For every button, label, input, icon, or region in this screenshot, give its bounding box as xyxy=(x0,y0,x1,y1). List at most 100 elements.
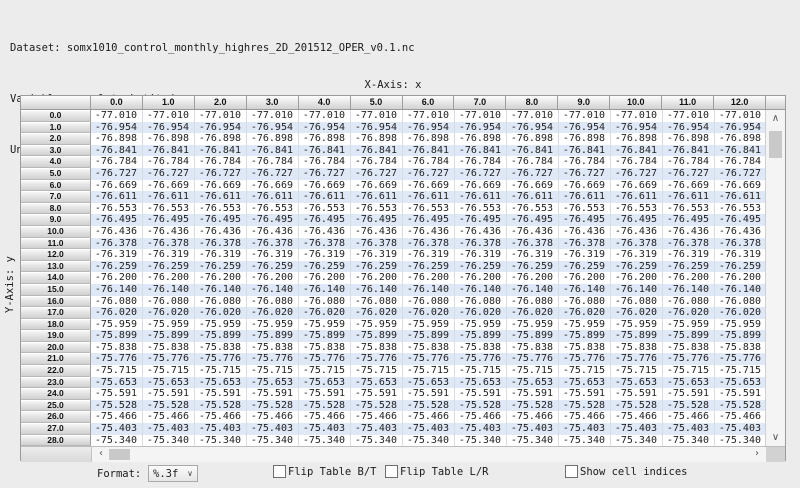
table-cell[interactable]: -75.838 xyxy=(195,342,247,354)
table-cell[interactable]: -76.259 xyxy=(143,261,195,273)
table-cell[interactable]: -76.553 xyxy=(455,203,507,215)
table-cell[interactable]: -75.591 xyxy=(91,388,143,400)
table-cell[interactable]: -76.784 xyxy=(403,156,455,168)
table-cell[interactable]: -76.259 xyxy=(507,261,559,273)
table-cell[interactable]: -75.653 xyxy=(403,377,455,389)
table-cell[interactable]: -75.340 xyxy=(611,435,663,446)
row-header[interactable]: 19.0 xyxy=(21,330,91,342)
table-cell[interactable]: -75.528 xyxy=(559,400,611,412)
table-cell[interactable]: -75.340 xyxy=(299,435,351,446)
table-cell[interactable]: -75.528 xyxy=(351,400,403,412)
column-header[interactable]: 8.0 xyxy=(506,96,558,109)
row-header[interactable]: 24.0 xyxy=(21,388,91,400)
table-cell[interactable]: -76.200 xyxy=(715,272,765,284)
flip-table-lr-checkbox[interactable]: Flip Table L/R xyxy=(385,465,489,478)
table-cell[interactable]: -77.010 xyxy=(559,110,611,122)
table-cell[interactable]: -75.776 xyxy=(143,353,195,365)
table-cell[interactable]: -75.403 xyxy=(403,423,455,435)
table-cell[interactable]: -76.553 xyxy=(611,203,663,215)
table-cell[interactable]: -75.838 xyxy=(143,342,195,354)
table-cell[interactable]: -75.959 xyxy=(143,319,195,331)
column-header[interactable]: 11.0 xyxy=(662,96,714,109)
table-cell[interactable]: -76.319 xyxy=(663,249,715,261)
table-cell[interactable]: -76.727 xyxy=(559,168,611,180)
table-cell[interactable]: -76.436 xyxy=(91,226,143,238)
table-cell[interactable]: -76.200 xyxy=(143,272,195,284)
table-cell[interactable]: -75.591 xyxy=(143,388,195,400)
table-cell[interactable]: -76.436 xyxy=(663,226,715,238)
table-cell[interactable]: -75.653 xyxy=(455,377,507,389)
table-cell[interactable]: -77.010 xyxy=(611,110,663,122)
checkbox-icon[interactable] xyxy=(385,465,398,478)
table-cell[interactable]: -75.776 xyxy=(91,353,143,365)
table-cell[interactable]: -76.080 xyxy=(611,296,663,308)
table-cell[interactable]: -76.495 xyxy=(143,214,195,226)
table-cell[interactable]: -75.591 xyxy=(455,388,507,400)
row-header[interactable]: 23.0 xyxy=(21,377,91,389)
table-cell[interactable]: -76.436 xyxy=(455,226,507,238)
table-cell[interactable]: -77.010 xyxy=(403,110,455,122)
table-cell[interactable]: -76.841 xyxy=(143,145,195,157)
table-cell[interactable]: -76.080 xyxy=(299,296,351,308)
table-cell[interactable]: -76.841 xyxy=(507,145,559,157)
row-header[interactable]: 3.0 xyxy=(21,145,91,157)
table-cell[interactable]: -76.553 xyxy=(247,203,299,215)
table-cell[interactable]: -75.715 xyxy=(455,365,507,377)
table-cell[interactable]: -76.378 xyxy=(143,238,195,250)
row-header[interactable]: 21.0 xyxy=(21,353,91,365)
table-cell[interactable]: -75.899 xyxy=(195,330,247,342)
table-cell[interactable]: -76.140 xyxy=(403,284,455,296)
table-cell[interactable]: -75.528 xyxy=(663,400,715,412)
table-cell[interactable]: -75.528 xyxy=(455,400,507,412)
table-cell[interactable]: -75.838 xyxy=(663,342,715,354)
table-cell[interactable]: -75.591 xyxy=(507,388,559,400)
table-cell[interactable]: -75.653 xyxy=(299,377,351,389)
table-cell[interactable]: -75.340 xyxy=(247,435,299,446)
table-cell[interactable]: -76.495 xyxy=(195,214,247,226)
table-cell[interactable]: -76.020 xyxy=(195,307,247,319)
table-cell[interactable]: -76.669 xyxy=(611,180,663,192)
table-cell[interactable]: -75.776 xyxy=(507,353,559,365)
table-cell[interactable]: -76.727 xyxy=(91,168,143,180)
table-cell[interactable]: -75.528 xyxy=(247,400,299,412)
table-cell[interactable]: -76.080 xyxy=(403,296,455,308)
vertical-scrollbar-thumb[interactable] xyxy=(769,131,782,158)
table-cell[interactable]: -75.776 xyxy=(247,353,299,365)
table-cell[interactable]: -76.784 xyxy=(663,156,715,168)
table-cell[interactable]: -76.841 xyxy=(663,145,715,157)
table-cell[interactable]: -75.899 xyxy=(351,330,403,342)
table-cell[interactable]: -76.553 xyxy=(507,203,559,215)
table-cell[interactable]: -75.591 xyxy=(715,388,765,400)
table-cell[interactable]: -76.954 xyxy=(247,122,299,134)
column-header[interactable]: 2.0 xyxy=(195,96,247,109)
table-cell[interactable]: -76.898 xyxy=(403,133,455,145)
row-header[interactable]: 4.0 xyxy=(21,156,91,168)
table-cell[interactable]: -76.378 xyxy=(611,238,663,250)
table-cell[interactable]: -76.898 xyxy=(611,133,663,145)
table-cell[interactable]: -75.403 xyxy=(663,423,715,435)
table-cell[interactable]: -76.553 xyxy=(143,203,195,215)
table-cell[interactable]: -75.340 xyxy=(715,435,765,446)
table-cell[interactable]: -75.466 xyxy=(559,411,611,423)
table-cell[interactable]: -75.715 xyxy=(299,365,351,377)
table-cell[interactable]: -76.954 xyxy=(663,122,715,134)
row-header[interactable]: 16.0 xyxy=(21,296,91,308)
table-cell[interactable]: -75.776 xyxy=(455,353,507,365)
table-cell[interactable]: -76.378 xyxy=(455,238,507,250)
table-cell[interactable]: -76.841 xyxy=(195,145,247,157)
table-cell[interactable]: -76.259 xyxy=(611,261,663,273)
table-cell[interactable]: -75.776 xyxy=(663,353,715,365)
table-cell[interactable]: -77.010 xyxy=(299,110,351,122)
table-cell[interactable]: -76.436 xyxy=(559,226,611,238)
table-cell[interactable]: -75.776 xyxy=(351,353,403,365)
table-cell[interactable]: -75.653 xyxy=(663,377,715,389)
table-cell[interactable]: -76.954 xyxy=(611,122,663,134)
table-cell[interactable]: -76.898 xyxy=(663,133,715,145)
table-cell[interactable]: -76.080 xyxy=(559,296,611,308)
flip-table-bt-checkbox[interactable]: Flip Table B/T xyxy=(273,465,377,478)
table-cell[interactable]: -76.020 xyxy=(403,307,455,319)
table-cell[interactable]: -75.403 xyxy=(91,423,143,435)
table-cell[interactable]: -76.669 xyxy=(715,180,765,192)
row-header[interactable]: 7.0 xyxy=(21,191,91,203)
table-cell[interactable]: -75.838 xyxy=(403,342,455,354)
